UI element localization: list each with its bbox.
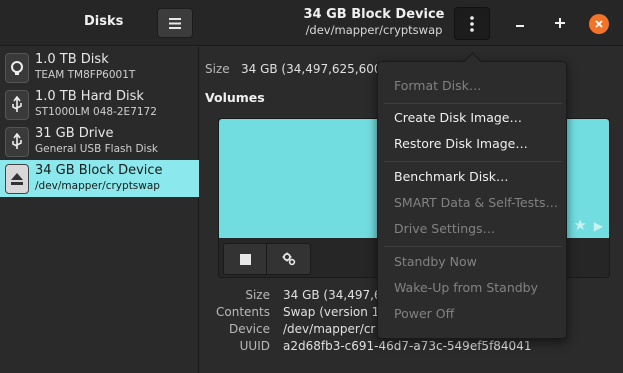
minimize-icon bbox=[516, 25, 524, 27]
device-title: 34 GB Block Device bbox=[303, 7, 445, 22]
disk-model: TEAM TM8FP6001T bbox=[35, 69, 136, 81]
sidebar-item-disk-3[interactable]: 31 GB Drive General USB Flash Disk bbox=[0, 123, 199, 160]
size-label: Size bbox=[205, 62, 230, 76]
play-icon: ▶ bbox=[593, 219, 603, 233]
volumes-heading: Volumes bbox=[205, 90, 265, 105]
hamburger-icon bbox=[169, 17, 181, 29]
star-icon: ★ bbox=[573, 216, 587, 234]
menu-item-smart-data[interactable]: SMART Data & Self-Tests… bbox=[394, 195, 558, 210]
kebab-menu-icon bbox=[470, 15, 474, 32]
usb-drive-icon bbox=[5, 90, 29, 120]
menu-separator bbox=[384, 161, 562, 162]
info-size-label: Size bbox=[245, 288, 270, 302]
info-device-label: Device bbox=[228, 322, 270, 336]
sidebar-item-disk-4[interactable]: 34 GB Block Device /dev/mapper/cryptswap bbox=[0, 160, 199, 197]
info-uuid-value: a2d68fb3-c691-46d7-a73c-549ef5f84041 bbox=[283, 339, 532, 353]
menu-item-power-off[interactable]: Power Off bbox=[394, 306, 454, 321]
sidebar-title: Disks bbox=[84, 14, 124, 29]
info-size-value: 34 GB (34,497,62 bbox=[283, 288, 390, 302]
disk-name: 1.0 TB Disk bbox=[35, 52, 109, 67]
close-button[interactable] bbox=[589, 14, 609, 34]
info-contents-value: Swap (version 1 bbox=[283, 305, 380, 319]
disk-model: /dev/mapper/cryptswap bbox=[35, 180, 160, 192]
info-uuid-label: UUID bbox=[239, 339, 270, 353]
minimize-button[interactable] bbox=[511, 14, 529, 32]
disk-model: General USB Flash Disk bbox=[35, 143, 159, 155]
menu-button[interactable] bbox=[157, 8, 193, 38]
menu-item-create-disk-image[interactable]: Create Disk Image… bbox=[394, 110, 522, 125]
disk-name: 31 GB Drive bbox=[35, 126, 114, 141]
volume-toolbar bbox=[223, 243, 311, 275]
disk-name: 1.0 TB Hard Disk bbox=[35, 89, 144, 104]
sidebar-item-disk-2[interactable]: 1.0 TB Hard Disk ST1000LM 048-2E7172 bbox=[0, 86, 199, 123]
menu-item-wake-up[interactable]: Wake-Up from Standby bbox=[394, 280, 538, 295]
menu-separator bbox=[384, 103, 562, 104]
menu-item-drive-settings[interactable]: Drive Settings… bbox=[394, 221, 495, 236]
disk-model: ST1000LM 048-2E7172 bbox=[35, 106, 157, 118]
gears-icon bbox=[282, 252, 295, 266]
size-value: 34 GB (34,497,625,600 b bbox=[241, 62, 393, 76]
menu-item-benchmark-disk[interactable]: Benchmark Disk… bbox=[394, 169, 509, 184]
menu-item-format-disk[interactable]: Format Disk… bbox=[394, 78, 481, 93]
partition-options-button[interactable] bbox=[267, 243, 311, 275]
plus-icon bbox=[555, 18, 565, 28]
close-icon bbox=[595, 20, 603, 28]
header-bar: Disks 34 GB Block Device /dev/mapper/cry… bbox=[0, 0, 623, 46]
info-device-value: /dev/mapper/cr bbox=[283, 322, 376, 336]
sidebar-item-disk-1[interactable]: 1.0 TB Disk TEAM TM8FP6001T bbox=[0, 49, 199, 86]
stop-button[interactable] bbox=[223, 243, 267, 275]
eject-icon bbox=[5, 164, 29, 194]
info-contents-label: Contents bbox=[216, 305, 270, 319]
drive-options-menu: Format Disk… Create Disk Image… Restore … bbox=[377, 61, 567, 339]
maximize-button[interactable] bbox=[551, 14, 569, 32]
device-subtitle: /dev/mapper/cryptswap bbox=[305, 23, 443, 37]
disk-name: 34 GB Block Device bbox=[35, 163, 163, 178]
menu-item-standby-now[interactable]: Standby Now bbox=[394, 254, 477, 269]
usb-drive-icon bbox=[5, 127, 29, 157]
stop-icon bbox=[239, 253, 251, 265]
drive-options-button[interactable] bbox=[454, 7, 490, 40]
ssd-drive-icon bbox=[5, 53, 29, 83]
menu-item-restore-disk-image[interactable]: Restore Disk Image… bbox=[394, 136, 528, 151]
device-title-block: 34 GB Block Device /dev/mapper/cryptswap bbox=[290, 7, 458, 37]
menu-separator bbox=[384, 246, 562, 247]
